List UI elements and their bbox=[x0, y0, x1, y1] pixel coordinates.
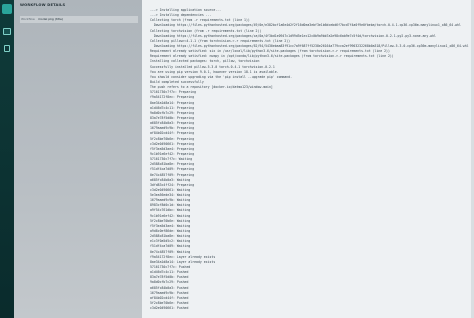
workflow-details-panel: WORKFLOW DETAILS Workflow model pkg (tit… bbox=[14, 0, 142, 318]
build-log-panel: ---> Installing application source... ---… bbox=[142, 0, 474, 318]
workflow-nav-icon[interactable] bbox=[3, 28, 11, 35]
panel-title: WORKFLOW DETAILS bbox=[20, 3, 66, 7]
detail-value: model pkg (title) bbox=[38, 17, 64, 21]
log-line: Downloading https://files.pythonhosted.o… bbox=[150, 23, 461, 28]
build-log-output: ---> Installing application source... ---… bbox=[150, 8, 474, 311]
app-nav-rail bbox=[0, 0, 14, 318]
app-logo-icon[interactable] bbox=[2, 4, 12, 14]
log-line: c3d2e0490661: Pushed bbox=[150, 306, 189, 311]
detail-key: Workflow bbox=[21, 17, 35, 21]
files-nav-icon[interactable] bbox=[3, 45, 11, 52]
workflow-detail-row: Workflow model pkg (title) bbox=[20, 16, 138, 23]
